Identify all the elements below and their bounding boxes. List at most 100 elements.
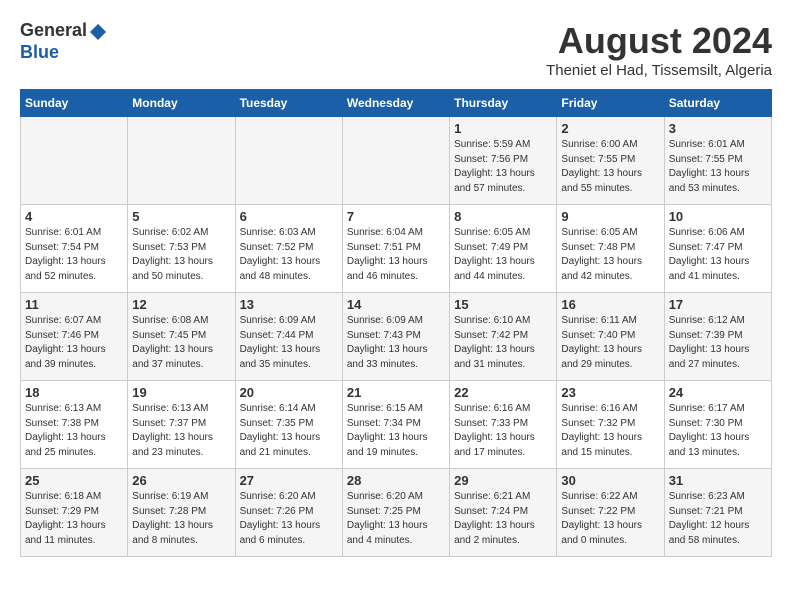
calendar-cell: 17 Sunrise: 6:12 AM Sunset: 7:39 PM Dayli… (664, 293, 771, 381)
calendar-cell: 21Sunrise: 6:15 AM Sunset: 7:34 PM Dayli… (342, 381, 449, 469)
day-number: 2 (561, 121, 659, 136)
day-number: 24 (669, 385, 767, 400)
logo-general-text: General Blue (20, 20, 109, 63)
header-row: SundayMondayTuesdayWednesdayThursdayFrid… (21, 90, 772, 117)
day-info: Sunrise: 6:07 AM Sunset: 7:46 PM Dayligh… (25, 314, 123, 372)
day-info: Sunrise: 6:22 AM Sunset: 7:22 PM Dayligh… (561, 490, 659, 548)
calendar-cell (342, 117, 449, 205)
calendar-cell: 22Sunrise: 6:16 AM Sunset: 7:33 PM Dayli… (450, 381, 557, 469)
day-info: Sunrise: 6:01 AM Sunset: 7:54 PM Dayligh… (25, 226, 123, 284)
calendar-cell: 11 Sunrise: 6:07 AM Sunset: 7:46 PM Dayli… (21, 293, 128, 381)
day-number: 25 (25, 473, 123, 488)
day-number: 17 (669, 297, 767, 312)
calendar-cell: 12 Sunrise: 6:08 AM Sunset: 7:45 PM Dayli… (128, 293, 235, 381)
day-number: 27 (240, 473, 338, 488)
day-number: 9 (561, 209, 659, 224)
day-number: 4 (25, 209, 123, 224)
header-day-sunday: Sunday (21, 90, 128, 117)
day-number: 11 (25, 297, 123, 312)
calendar-cell: 24 Sunrise: 6:17 AM Sunset: 7:30 PM Dayli… (664, 381, 771, 469)
day-number: 3 (669, 121, 767, 136)
calendar-cell: 4 Sunrise: 6:01 AM Sunset: 7:54 PM Daylig… (21, 205, 128, 293)
day-number: 12 (132, 297, 230, 312)
calendar-cell: 29 Sunrise: 6:21 AM Sunset: 7:24 PM Dayli… (450, 469, 557, 557)
day-number: 13 (240, 297, 338, 312)
header-day-thursday: Thursday (450, 90, 557, 117)
calendar-cell: 30Sunrise: 6:22 AM Sunset: 7:22 PM Dayli… (557, 469, 664, 557)
day-number: 10 (669, 209, 767, 224)
day-number: 29 (454, 473, 552, 488)
day-number: 5 (132, 209, 230, 224)
calendar-cell: 27Sunrise: 6:20 AM Sunset: 7:26 PM Dayli… (235, 469, 342, 557)
page-header: General Blue August 2024 Theniet el Had,… (20, 20, 772, 79)
day-info: Sunrise: 6:03 AM Sunset: 7:52 PM Dayligh… (240, 226, 338, 284)
header-day-friday: Friday (557, 90, 664, 117)
title-area: August 2024 Theniet el Had, Tissemsilt, … (546, 20, 772, 79)
day-number: 8 (454, 209, 552, 224)
calendar-cell: 18 Sunrise: 6:13 AM Sunset: 7:38 PM Dayli… (21, 381, 128, 469)
day-info: Sunrise: 6:14 AM Sunset: 7:35 PM Dayligh… (240, 402, 338, 460)
day-info: Sunrise: 6:12 AM Sunset: 7:39 PM Dayligh… (669, 314, 767, 372)
day-number: 26 (132, 473, 230, 488)
day-info: Sunrise: 6:11 AM Sunset: 7:40 PM Dayligh… (561, 314, 659, 372)
day-number: 7 (347, 209, 445, 224)
day-info: Sunrise: 6:15 AM Sunset: 7:34 PM Dayligh… (347, 402, 445, 460)
calendar-cell: 23 Sunrise: 6:16 AM Sunset: 7:32 PM Dayli… (557, 381, 664, 469)
logo-blue-text: Blue (20, 42, 59, 62)
day-info: Sunrise: 6:17 AM Sunset: 7:30 PM Dayligh… (669, 402, 767, 460)
day-info: Sunrise: 6:13 AM Sunset: 7:37 PM Dayligh… (132, 402, 230, 460)
calendar-cell: 3 Sunrise: 6:01 AM Sunset: 7:55 PM Daylig… (664, 117, 771, 205)
calendar-cell: 14Sunrise: 6:09 AM Sunset: 7:43 PM Dayli… (342, 293, 449, 381)
day-info: Sunrise: 6:13 AM Sunset: 7:38 PM Dayligh… (25, 402, 123, 460)
calendar-cell (21, 117, 128, 205)
calendar-cell: 10Sunrise: 6:06 AM Sunset: 7:47 PM Dayli… (664, 205, 771, 293)
day-info: Sunrise: 6:09 AM Sunset: 7:44 PM Dayligh… (240, 314, 338, 372)
week-row-5: 25 Sunrise: 6:18 AM Sunset: 7:29 PM Dayli… (21, 469, 772, 557)
day-info: Sunrise: 6:16 AM Sunset: 7:32 PM Dayligh… (561, 402, 659, 460)
day-number: 28 (347, 473, 445, 488)
calendar-cell: 1 Sunrise: 5:59 AM Sunset: 7:56 PM Daylig… (450, 117, 557, 205)
day-number: 1 (454, 121, 552, 136)
calendar-cell: 9Sunrise: 6:05 AM Sunset: 7:48 PM Daylig… (557, 205, 664, 293)
calendar-cell: 6 Sunrise: 6:03 AM Sunset: 7:52 PM Daylig… (235, 205, 342, 293)
calendar-cell: 20Sunrise: 6:14 AM Sunset: 7:35 PM Dayli… (235, 381, 342, 469)
week-row-4: 18 Sunrise: 6:13 AM Sunset: 7:38 PM Dayli… (21, 381, 772, 469)
header-day-monday: Monday (128, 90, 235, 117)
calendar-cell: 31Sunrise: 6:23 AM Sunset: 7:21 PM Dayli… (664, 469, 771, 557)
calendar-cell: 8 Sunrise: 6:05 AM Sunset: 7:49 PM Daylig… (450, 205, 557, 293)
day-info: Sunrise: 6:04 AM Sunset: 7:51 PM Dayligh… (347, 226, 445, 284)
calendar-cell: 19Sunrise: 6:13 AM Sunset: 7:37 PM Dayli… (128, 381, 235, 469)
day-info: Sunrise: 6:19 AM Sunset: 7:28 PM Dayligh… (132, 490, 230, 548)
calendar-cell: 5Sunrise: 6:02 AM Sunset: 7:53 PM Daylig… (128, 205, 235, 293)
day-info: Sunrise: 6:08 AM Sunset: 7:45 PM Dayligh… (132, 314, 230, 372)
calendar-cell: 13 Sunrise: 6:09 AM Sunset: 7:44 PM Dayli… (235, 293, 342, 381)
day-number: 15 (454, 297, 552, 312)
day-info: Sunrise: 6:18 AM Sunset: 7:29 PM Dayligh… (25, 490, 123, 548)
day-number: 23 (561, 385, 659, 400)
week-row-2: 4 Sunrise: 6:01 AM Sunset: 7:54 PM Daylig… (21, 205, 772, 293)
calendar-cell: 7 Sunrise: 6:04 AM Sunset: 7:51 PM Daylig… (342, 205, 449, 293)
day-number: 16 (561, 297, 659, 312)
day-number: 22 (454, 385, 552, 400)
calendar-cell: 26 Sunrise: 6:19 AM Sunset: 7:28 PM Dayli… (128, 469, 235, 557)
calendar-cell: 2Sunrise: 6:00 AM Sunset: 7:55 PM Daylig… (557, 117, 664, 205)
month-title: August 2024 (546, 20, 772, 62)
day-number: 6 (240, 209, 338, 224)
logo: General Blue (20, 20, 109, 63)
day-info: Sunrise: 6:01 AM Sunset: 7:55 PM Dayligh… (669, 138, 767, 196)
calendar-cell: 16 Sunrise: 6:11 AM Sunset: 7:40 PM Dayli… (557, 293, 664, 381)
day-info: Sunrise: 6:05 AM Sunset: 7:49 PM Dayligh… (454, 226, 552, 284)
calendar-table: SundayMondayTuesdayWednesdayThursdayFrid… (20, 89, 772, 557)
week-row-1: 1 Sunrise: 5:59 AM Sunset: 7:56 PM Daylig… (21, 117, 772, 205)
week-row-3: 11 Sunrise: 6:07 AM Sunset: 7:46 PM Dayli… (21, 293, 772, 381)
day-info: Sunrise: 5:59 AM Sunset: 7:56 PM Dayligh… (454, 138, 552, 196)
day-info: Sunrise: 6:21 AM Sunset: 7:24 PM Dayligh… (454, 490, 552, 548)
day-number: 18 (25, 385, 123, 400)
calendar-cell: 28 Sunrise: 6:20 AM Sunset: 7:25 PM Dayli… (342, 469, 449, 557)
calendar-cell (235, 117, 342, 205)
calendar-cell: 25 Sunrise: 6:18 AM Sunset: 7:29 PM Dayli… (21, 469, 128, 557)
day-info: Sunrise: 6:10 AM Sunset: 7:42 PM Dayligh… (454, 314, 552, 372)
logo-text: General (20, 20, 87, 40)
day-info: Sunrise: 6:20 AM Sunset: 7:25 PM Dayligh… (347, 490, 445, 548)
header-day-saturday: Saturday (664, 90, 771, 117)
